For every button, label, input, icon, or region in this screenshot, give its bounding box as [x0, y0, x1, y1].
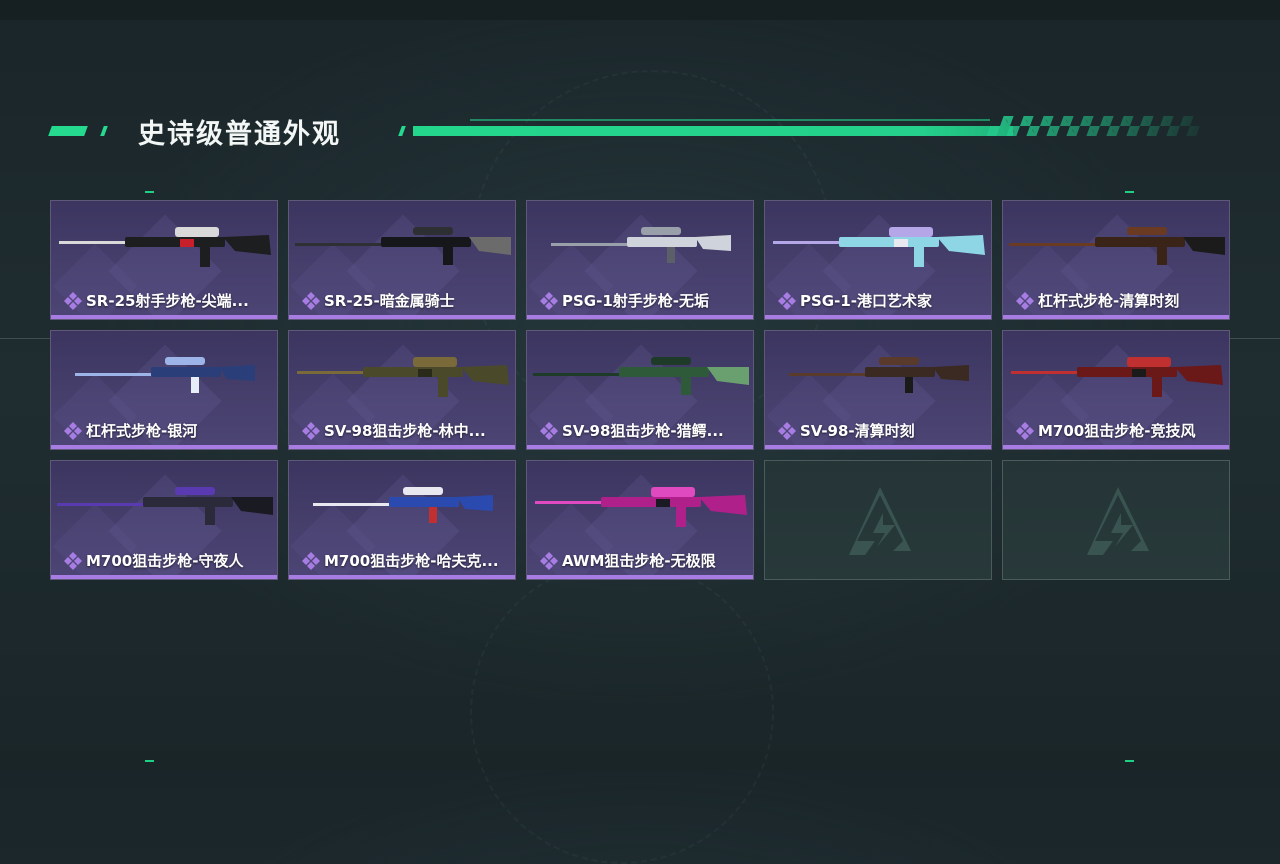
right-edge-line: [1228, 338, 1280, 339]
header-accent-bar: [100, 126, 108, 136]
weapon-image: [57, 487, 273, 525]
empty-slot: [764, 460, 992, 580]
corner-marker: [145, 760, 154, 762]
skin-label: SV-98狙击步枪-猎鳄...: [539, 420, 724, 441]
weapon-image: [551, 227, 731, 263]
skin-card[interactable]: 杠杆式步枪-银河: [50, 330, 278, 450]
skin-label: M700狙击步枪-哈夫克...: [301, 550, 499, 571]
rarity-epic-icon: [778, 421, 796, 440]
skin-name: SV-98狙击步枪-林中...: [324, 422, 486, 440]
skin-name: 杠杆式步枪-清算时刻: [1038, 292, 1180, 310]
skin-name: PSG-1-港口艺术家: [800, 292, 932, 310]
skin-label: AWM狙击步枪-无极限: [539, 550, 716, 571]
skin-label: 杠杆式步枪-清算时刻: [1015, 290, 1179, 311]
skin-name: PSG-1射手步枪-无垢: [562, 292, 709, 310]
rarity-epic-icon: [302, 291, 320, 310]
skin-label: PSG-1-港口艺术家: [777, 290, 932, 311]
weapon-image: [59, 227, 271, 267]
skin-card[interactable]: PSG-1射手步枪-无垢: [526, 200, 754, 320]
weapon-image: [773, 227, 985, 267]
skin-name: SR-25射手步枪-尖端...: [86, 292, 249, 310]
skin-card[interactable]: PSG-1-港口艺术家: [764, 200, 992, 320]
weapon-image: [535, 487, 747, 527]
skin-card[interactable]: M700狙击步枪-哈夫克...: [288, 460, 516, 580]
skin-name: M700狙击步枪-守夜人: [86, 552, 244, 570]
rarity-epic-icon: [64, 291, 82, 310]
weapon-image: [75, 357, 255, 393]
section-header: 史诗级普通外观: [48, 106, 1204, 156]
rarity-epic-icon: [540, 421, 558, 440]
rarity-epic-icon: [302, 551, 320, 570]
delta-logo-icon: [849, 487, 911, 555]
empty-slot: [1002, 460, 1230, 580]
skin-name: M700狙击步枪-竞技风: [1038, 422, 1196, 440]
rarity-epic-icon: [1016, 291, 1034, 310]
skin-card[interactable]: M700狙击步枪-守夜人: [50, 460, 278, 580]
skin-label: PSG-1射手步枪-无垢: [539, 290, 709, 311]
background-ring-decoration: [470, 560, 774, 864]
skin-label: 杠杆式步枪-银河: [63, 420, 197, 441]
skin-name: 杠杆式步枪-银河: [86, 422, 198, 440]
skin-card[interactable]: SV-98-清算时刻: [764, 330, 992, 450]
rarity-epic-icon: [64, 421, 82, 440]
skin-label: M700狙击步枪-竞技风: [1015, 420, 1195, 441]
skin-card[interactable]: 杠杆式步枪-清算时刻: [1002, 200, 1230, 320]
skin-label: SV-98狙击步枪-林中...: [301, 420, 486, 441]
skin-name: M700狙击步枪-哈夫克...: [324, 552, 499, 570]
corner-marker: [1125, 760, 1134, 762]
weapon-image: [789, 357, 969, 393]
skin-card[interactable]: SR-25-暗金属骑士: [288, 200, 516, 320]
rarity-epic-icon: [302, 421, 320, 440]
left-edge-line: [0, 338, 52, 339]
header-accent-bar: [398, 126, 406, 136]
weapon-image: [313, 487, 493, 523]
rarity-epic-icon: [1016, 421, 1034, 440]
skin-card[interactable]: M700狙击步枪-竞技风: [1002, 330, 1230, 450]
skin-card[interactable]: SV-98狙击步枪-林中...: [288, 330, 516, 450]
weapon-image: [1011, 357, 1223, 397]
weapon-image: [295, 227, 511, 265]
corner-marker: [1125, 191, 1134, 193]
header-accent-bar: [48, 126, 88, 136]
top-bar: [0, 0, 1280, 20]
section-title: 史诗级普通外观: [138, 119, 341, 150]
skin-name: SV-98狙击步枪-猎鳄...: [562, 422, 724, 440]
skin-grid: SR-25射手步枪-尖端... SR-25-暗金属骑士 PSG-1射手步枪-无垢…: [50, 200, 1230, 580]
delta-logo-icon: [1087, 487, 1149, 555]
header-accent-line: [413, 126, 1013, 136]
skin-label: SR-25-暗金属骑士: [301, 290, 455, 311]
rarity-epic-icon: [64, 551, 82, 570]
corner-marker: [145, 191, 154, 193]
skin-card[interactable]: SV-98狙击步枪-猎鳄...: [526, 330, 754, 450]
skin-card[interactable]: AWM狙击步枪-无极限: [526, 460, 754, 580]
weapon-image: [533, 357, 749, 395]
skin-label: M700狙击步枪-守夜人: [63, 550, 243, 571]
header-thin-line: [470, 119, 990, 121]
rarity-epic-icon: [778, 291, 796, 310]
weapon-image: [297, 357, 509, 397]
skin-label: SR-25射手步枪-尖端...: [63, 290, 249, 311]
skin-card[interactable]: SR-25射手步枪-尖端...: [50, 200, 278, 320]
skin-name: SV-98-清算时刻: [800, 422, 915, 440]
rarity-epic-icon: [540, 551, 558, 570]
skin-name: AWM狙击步枪-无极限: [562, 552, 716, 570]
rarity-epic-icon: [540, 291, 558, 310]
skin-name: SR-25-暗金属骑士: [324, 292, 455, 310]
weapon-image: [1009, 227, 1225, 265]
header-checker-pattern: [986, 116, 1204, 136]
skin-label: SV-98-清算时刻: [777, 420, 915, 441]
